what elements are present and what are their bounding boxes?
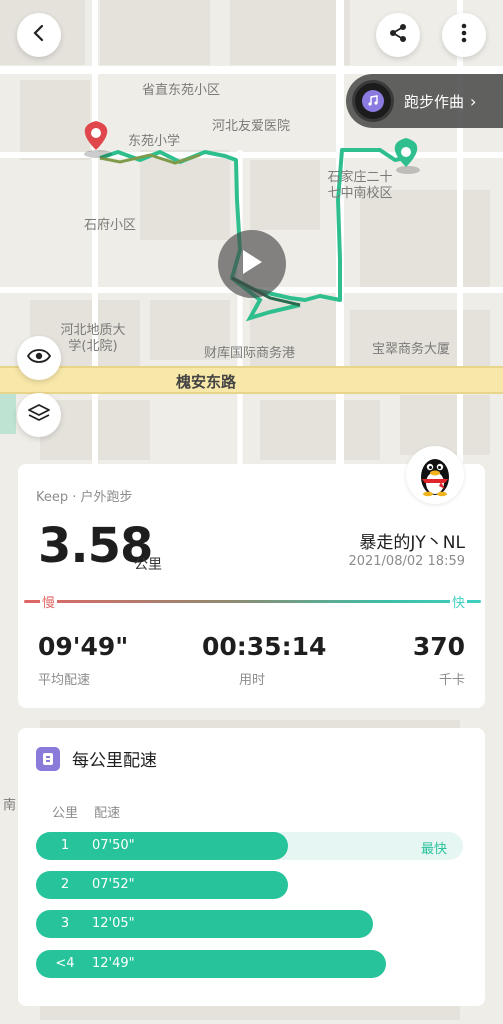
user-avatar[interactable] <box>406 446 464 504</box>
pace-row: 2 07'52" <box>36 871 463 899</box>
play-replay-button[interactable] <box>218 230 286 298</box>
pace-header: 每公里配速 <box>36 746 157 771</box>
map-layers-button[interactable] <box>17 393 61 437</box>
music-disc-icon <box>352 80 394 122</box>
stat-calories: 370 千卡 <box>413 632 465 688</box>
run-compose-button[interactable]: 跑步作曲 › <box>346 74 503 128</box>
slow-label: 慢 <box>40 592 58 611</box>
pace-km: 3 <box>60 916 70 931</box>
chevron-right-icon: › <box>470 91 477 111</box>
more-button[interactable] <box>442 13 486 57</box>
pace-km: 2 <box>60 877 70 892</box>
map-label-hebei-youai: 河北友爱医院 <box>212 119 291 134</box>
eye-icon <box>26 348 52 368</box>
activity-source: Keep · 户外跑步 <box>36 490 133 505</box>
pace-section-icon <box>36 746 60 771</box>
stat-value: 00:35:14 <box>202 632 327 661</box>
stat-duration: 00:35:14 用时 <box>202 632 327 688</box>
penguin-avatar-icon <box>421 459 449 497</box>
pace-per-km-card: 每公里配速 公里 配速 1 07'50" 最快 2 07'52" 3 12'05… <box>18 728 485 1006</box>
map-label-dongyuan-xiaoqu: 省直东苑小区 <box>142 83 221 98</box>
activity-summary-card: Keep · 户外跑步 3.58 公里 暴走的JY丶NL 2021/08/02 … <box>18 464 485 708</box>
share-icon <box>387 22 409 48</box>
map-label-hebei-geology: 河北地质大学(北院) <box>60 323 126 354</box>
activity-datetime: 2021/08/02 18:59 <box>348 554 465 569</box>
pace-km: 1 <box>60 838 70 853</box>
fast-label: 快 <box>449 592 467 611</box>
pace-time: 12'49" <box>92 956 135 971</box>
col-km: 公里 <box>52 806 79 821</box>
stat-label: 用时 <box>238 673 265 688</box>
stat-label: 平均配速 <box>38 673 91 688</box>
pace-time: 07'50" <box>92 838 135 853</box>
map-label-caiku: 财库国际商务港 <box>204 346 296 361</box>
pace-time: 07'52" <box>92 877 135 892</box>
share-button[interactable] <box>376 13 420 57</box>
stat-value: 370 <box>412 632 465 661</box>
pace-row: <4 12'49" <box>36 950 463 978</box>
layers-icon <box>28 403 50 427</box>
map-label-shifu-xiaoqu: 石府小区 <box>84 218 137 233</box>
pace-column-headers: 公里 配速 <box>52 802 132 821</box>
stat-label: 千卡 <box>438 673 465 688</box>
run-compose-label: 跑步作曲 <box>404 92 465 111</box>
back-button[interactable] <box>17 13 61 57</box>
map-label-edge: 南 <box>3 798 17 813</box>
distance-unit: 公里 <box>134 557 162 573</box>
visibility-toggle-button[interactable] <box>17 336 61 380</box>
map-label-dongyuan-school: 东苑小学 <box>128 134 181 149</box>
pace-row: 1 07'50" 最快 <box>36 832 463 860</box>
back-icon <box>29 23 49 47</box>
stat-avg-pace: 09'49" 平均配速 <box>38 632 128 688</box>
col-pace: 配速 <box>94 806 121 821</box>
speed-gradient-bar <box>24 600 481 603</box>
username: 暴走的JY丶NL <box>359 533 465 553</box>
pace-title: 每公里配速 <box>72 751 157 771</box>
fastest-badge: 最快 <box>420 842 447 857</box>
map-label-baocui: 宝翠商务大厦 <box>372 342 451 357</box>
pace-row: 3 12'05" <box>36 910 463 938</box>
map-label-road: 槐安东路 <box>176 373 237 391</box>
stat-value: 09'49" <box>38 632 129 661</box>
pace-km: <4 <box>55 956 75 971</box>
play-icon <box>239 247 265 281</box>
more-icon <box>461 23 467 47</box>
map-label-shijiazhuang-school: 石家庄二十七中南校区 <box>327 170 393 201</box>
pace-time: 12'05" <box>92 916 135 931</box>
start-pin-icon <box>84 121 112 158</box>
